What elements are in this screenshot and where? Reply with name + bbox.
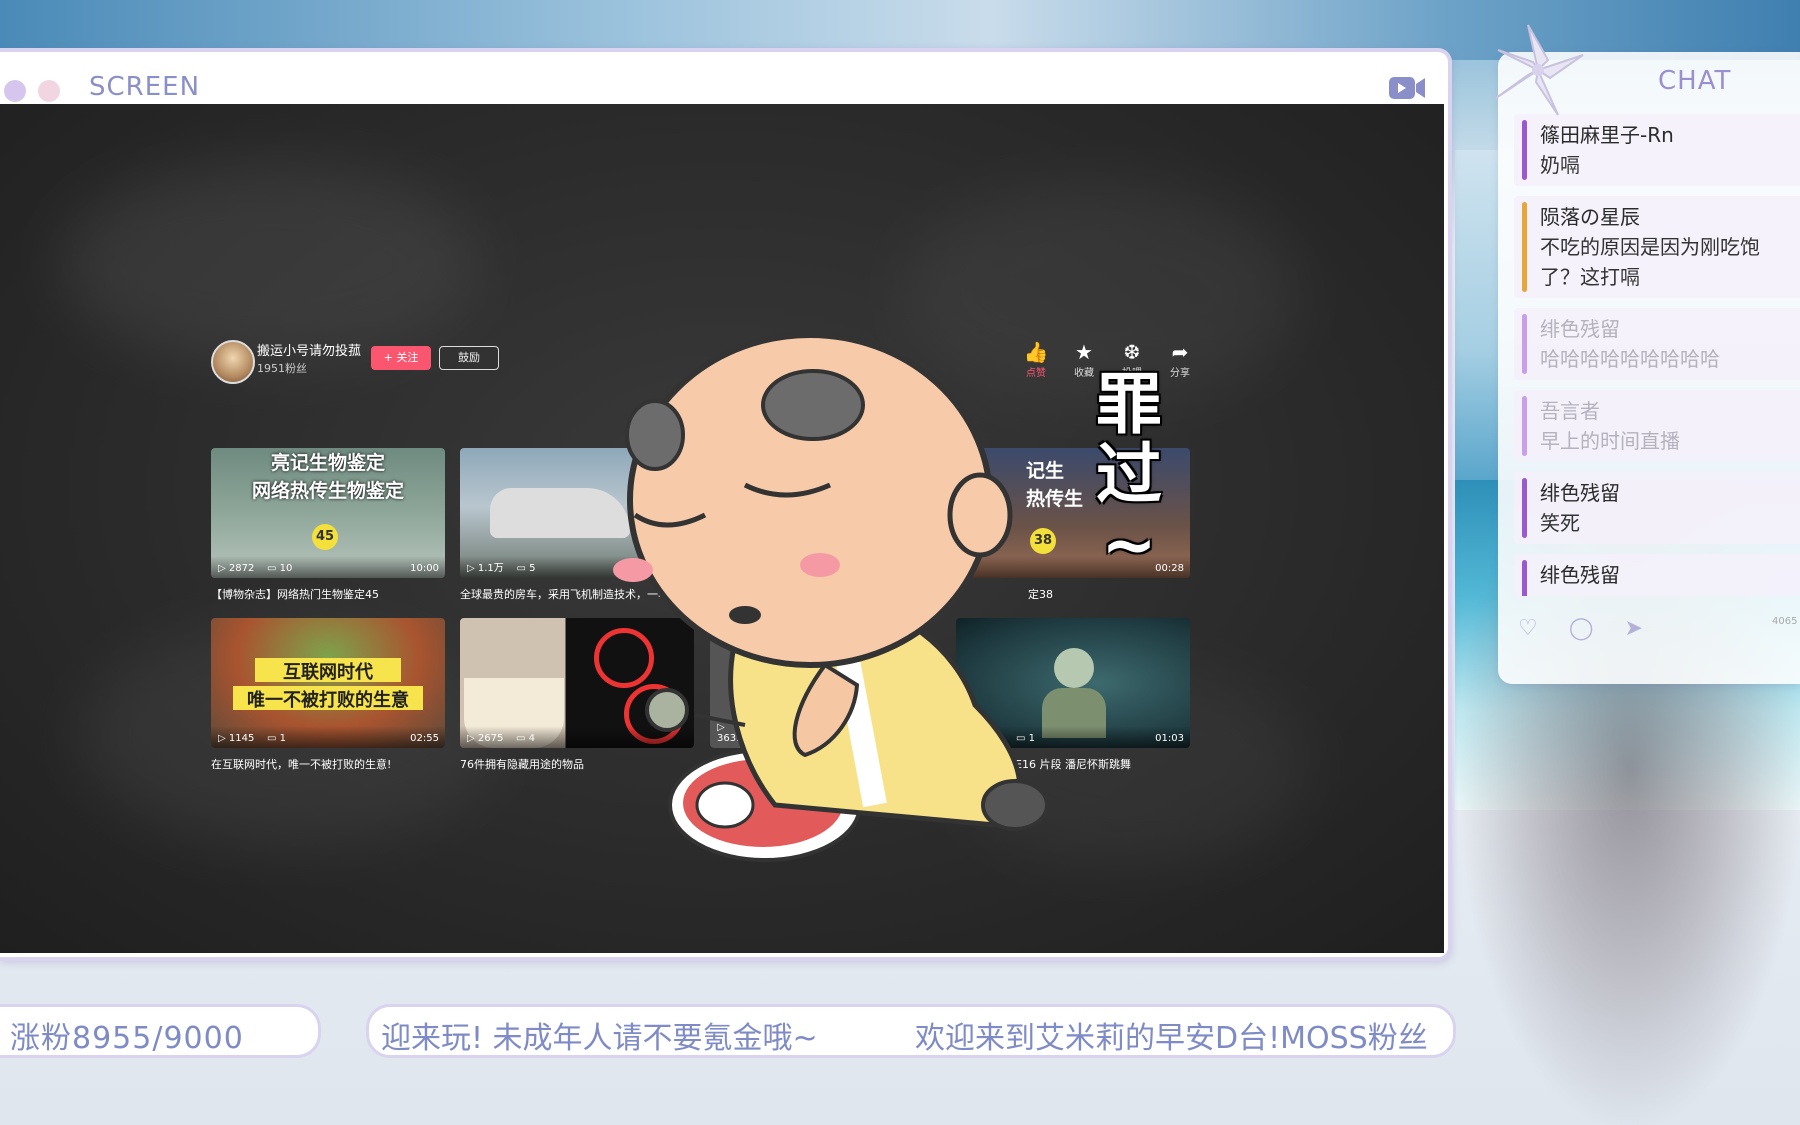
chat-text: 哈哈哈哈哈哈哈哈哈 <box>1540 347 1720 371</box>
chat-count: 4065 <box>1772 616 1798 627</box>
chat-message: 绯色残留 笑死 <box>1514 472 1800 544</box>
video-card[interactable]: 亮记生物鉴定 网络热传生物鉴定 45 ▷ 2872 ▭ 10 10:00 【博物… <box>211 448 445 602</box>
comment-bubble-icon[interactable]: ◯ <box>1569 616 1594 641</box>
chat-text: 笑死 <box>1540 511 1580 535</box>
chat-actions: ♡ ◯ ➤ <box>1518 616 1798 641</box>
chat-message: 绯色残留 ? ? ? <box>1514 554 1800 596</box>
video-duration: 01:03 <box>1155 733 1184 744</box>
lily-flower-icon <box>1495 24 1584 116</box>
send-icon[interactable]: ➤ <box>1625 616 1643 641</box>
window-dot-2 <box>38 80 60 102</box>
cheer-button[interactable]: 鼓励 <box>439 346 499 370</box>
uploader-fans: 1951粉丝 <box>257 362 307 375</box>
share-arrow-icon: ➦ <box>1171 340 1189 364</box>
chat-text: 不吃的原因是因为刚吃饱 <box>1540 235 1760 259</box>
chat-text: 奶嗝 <box>1540 153 1580 177</box>
episode-badge: 45 <box>312 524 338 550</box>
chat-username: 吾言者 <box>1540 399 1600 423</box>
fans-progress-bar: 涨粉8955/9000 <box>0 1004 321 1058</box>
chat-text: 了？这打嗝 <box>1540 265 1640 289</box>
video-duration: 02:55 <box>410 733 439 744</box>
video-title[interactable]: 【博物杂志】网络热门生物鉴定45 <box>211 586 445 602</box>
chat-username: 绯色残留 <box>1540 317 1620 341</box>
scrolling-announcement: 迎来玩! 未成年人请不要氪金哦~ 欢迎来到艾米莉的早安D台!MOSS粉丝 <box>366 1004 1456 1058</box>
chat-title: CHAT <box>1658 66 1732 96</box>
monk-sticker <box>613 332 1049 862</box>
window-dot-1 <box>4 80 26 102</box>
chat-message-list[interactable]: 篠田麻里子-Rn 奶嗝 陨落の星辰 不吃的原因是因为刚吃饱 了？这打嗝 绯色残留… <box>1514 114 1800 596</box>
video-card[interactable]: 互联网时代 唯一不被打败的生意 ▷ 1145 ▭ 1 02:55 在互联网时代，… <box>211 618 445 772</box>
announcement-text-2: 欢迎来到艾米莉的早安D台!MOSS粉丝 <box>915 1021 1428 1056</box>
video-camera-icon <box>1389 77 1425 99</box>
chat-message: 吾言者 早上的时间直播 <box>1514 390 1800 462</box>
chat-username: 陨落の星辰 <box>1540 205 1640 229</box>
fans-progress-text: 涨粉8955/9000 <box>10 1021 244 1056</box>
screen-title: SCREEN <box>89 72 201 102</box>
video-duration: 10:00 <box>410 563 439 574</box>
chat-message: 篠田麻里子-Rn 奶嗝 <box>1514 114 1800 186</box>
follow-button[interactable]: + 关注 <box>371 346 431 370</box>
video-thumbnail[interactable]: 互联网时代 唯一不被打败的生意 ▷ 1145 ▭ 1 02:55 <box>211 618 445 748</box>
chat-username: 绯色残留 <box>1540 563 1620 587</box>
heart-icon[interactable]: ♡ <box>1518 616 1538 641</box>
feed-icon: ❆ <box>1123 340 1141 364</box>
uploader-avatar[interactable] <box>211 340 255 384</box>
uploader-name[interactable]: 搬运小号请勿投菰 <box>257 340 361 359</box>
chat-text: 早上的时间直播 <box>1540 429 1680 453</box>
screen-titlebar: SCREEN <box>0 52 1448 102</box>
announcement-text-1: 迎来玩! 未成年人请不要氪金哦~ <box>381 1021 818 1056</box>
chat-panel: CHAT 篠田麻里子-Rn 奶嗝 陨落の星辰 不吃的原因是因为刚吃饱 了？这打嗝… <box>1498 52 1800 684</box>
chat-message: 绯色残留 哈哈哈哈哈哈哈哈哈 <box>1514 308 1800 380</box>
chat-text: ? ? ? <box>1540 590 1792 596</box>
chat-username: 绯色残留 <box>1540 481 1620 505</box>
sticker-caption: 罪 过 ~ <box>1096 366 1162 583</box>
video-title[interactable]: 在互联网时代，唯一不被打败的生意! <box>211 756 445 772</box>
video-thumbnail[interactable]: 亮记生物鉴定 网络热传生物鉴定 45 ▷ 2872 ▭ 10 10:00 <box>211 448 445 578</box>
chat-username: 篠田麻里子-Rn <box>1540 123 1674 147</box>
chat-message: 陨落の星辰 不吃的原因是因为刚吃饱 了？这打嗝 <box>1514 196 1800 298</box>
